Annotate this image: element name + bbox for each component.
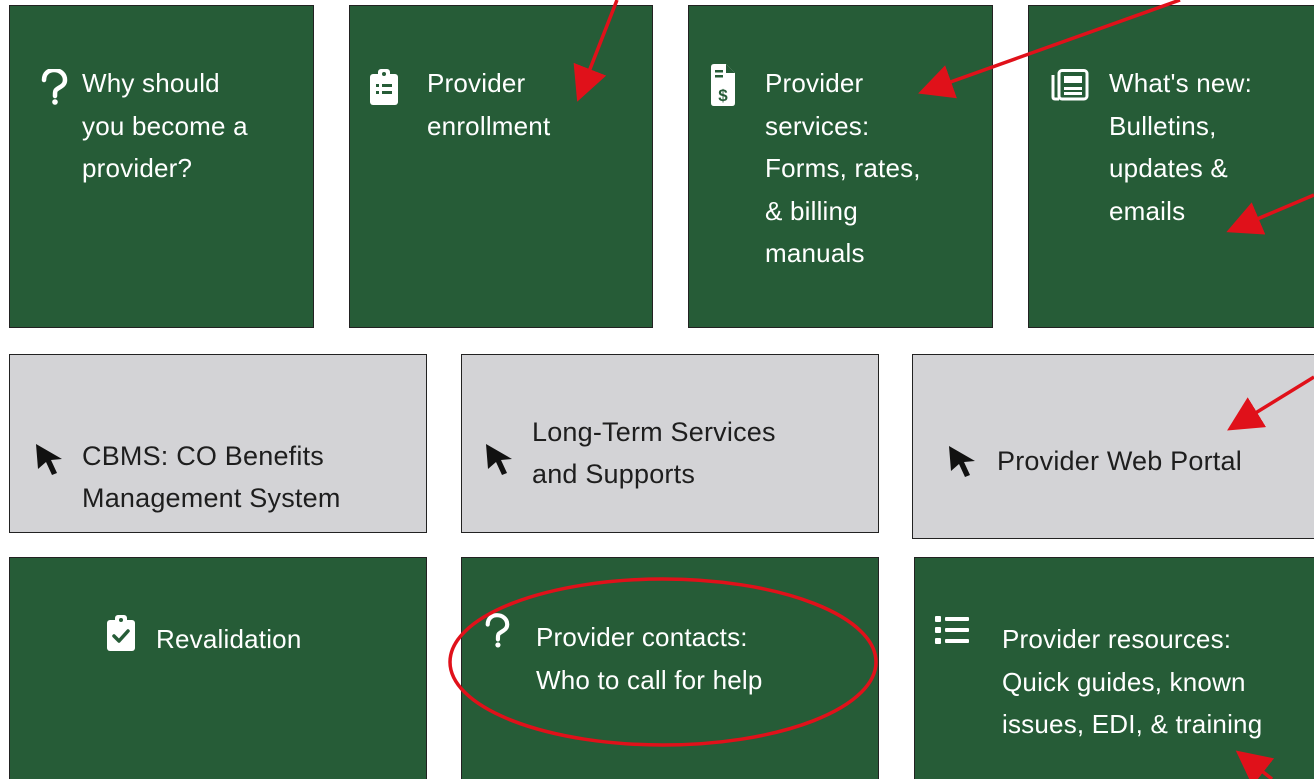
- cursor-icon: [486, 444, 512, 475]
- svg-text:$: $: [718, 86, 728, 105]
- newspaper-icon: [1051, 69, 1089, 101]
- question-icon: [41, 69, 68, 105]
- tile-ltss[interactable]: Long-Term Services and Supports: [461, 354, 879, 533]
- tile-label: Provider Web Portal: [997, 446, 1242, 476]
- tile-provider-web-portal[interactable]: Provider Web Portal: [912, 354, 1314, 539]
- tile-label: Long-Term Services and Supports: [532, 417, 776, 489]
- clipboard-list-icon: [370, 69, 398, 105]
- tile-why-become-provider[interactable]: Why should you become a provider?: [9, 5, 314, 328]
- cursor-icon: [36, 444, 62, 475]
- tile-label: Provider contacts: Who to call for help: [536, 622, 763, 695]
- tile-label: CBMS: CO Benefits Management System: [82, 441, 341, 513]
- tile-label: Why should you become a provider?: [82, 68, 248, 183]
- tile-label: Revalidation: [156, 624, 302, 654]
- clipboard-check-icon: [107, 615, 135, 651]
- list-icon: [935, 616, 969, 644]
- provider-tiles-page: Why should you become a provider? Provid…: [0, 0, 1314, 779]
- invoice-dollar-icon: $: [711, 64, 735, 106]
- tile-whats-new[interactable]: What's new: Bulletins, updates & emails: [1028, 5, 1314, 328]
- tile-provider-services[interactable]: $ Provider services: Forms, rates, & bil…: [688, 5, 993, 328]
- tile-provider-resources[interactable]: Provider resources: Quick guides, known …: [914, 557, 1314, 779]
- tile-provider-contacts[interactable]: Provider contacts: Who to call for help: [461, 557, 879, 779]
- tile-label: Provider services: Forms, rates, & billi…: [765, 68, 921, 268]
- cursor-icon: [949, 446, 975, 477]
- tile-label: What's new: Bulletins, updates & emails: [1109, 68, 1252, 226]
- tile-revalidation[interactable]: Revalidation: [9, 557, 427, 779]
- tile-label: Provider resources: Quick guides, known …: [1002, 624, 1263, 739]
- tile-cbms[interactable]: CBMS: CO Benefits Management System: [9, 354, 427, 533]
- tile-provider-enrollment[interactable]: Provider enrollment: [349, 5, 653, 328]
- question-icon: [485, 613, 510, 648]
- tile-label: Provider enrollment: [427, 68, 551, 141]
